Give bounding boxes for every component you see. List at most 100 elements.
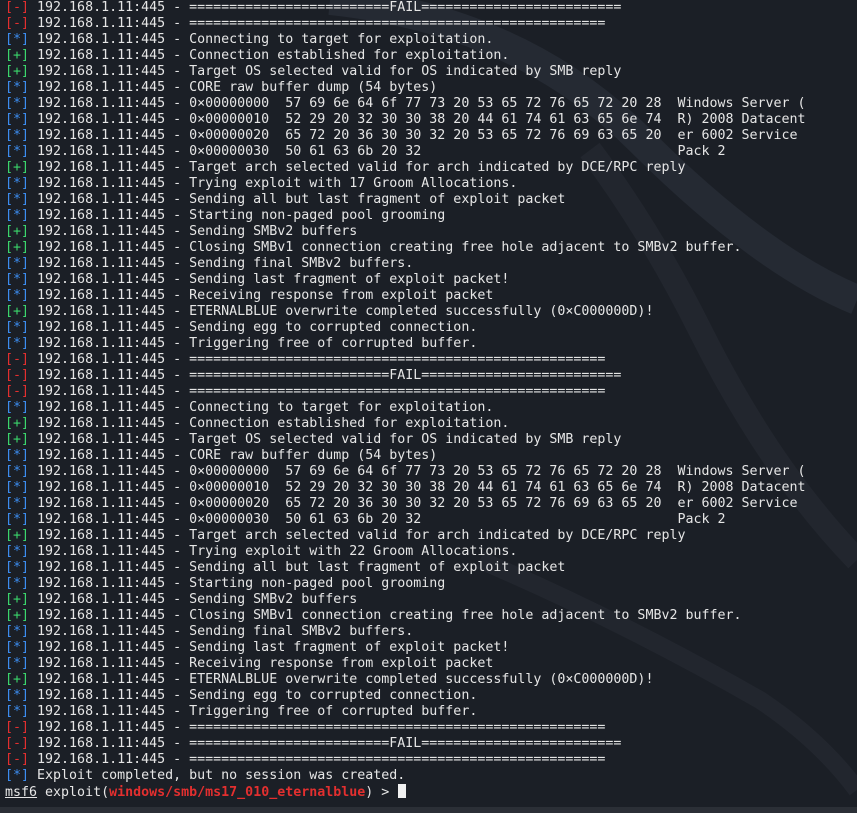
info-tag: [*] xyxy=(5,640,38,655)
log-text: 192.168.1.11:445 - Triggering free of co… xyxy=(37,336,478,351)
log-text: 192.168.1.11:445 - Closing SMBv1 connect… xyxy=(37,608,742,623)
log-text: 192.168.1.11:445 - ETERNALBLUE overwrite… xyxy=(37,672,654,687)
log-text: 192.168.1.11:445 - 0×00000010 52 29 20 3… xyxy=(37,480,806,495)
log-line: [-] 192.168.1.11:445 - =================… xyxy=(5,0,806,16)
module-path: windows/smb/ms17_010_eternalblue xyxy=(109,785,366,800)
log-text: 192.168.1.11:445 - 0×00000020 65 72 20 3… xyxy=(37,128,798,143)
log-line: [+] 192.168.1.11:445 - ETERNALBLUE overw… xyxy=(5,304,806,320)
log-line: [*] 192.168.1.11:445 - 0×00000010 52 29 … xyxy=(5,112,806,128)
log-text: 192.168.1.11:445 - Target OS selected va… xyxy=(37,64,622,79)
log-text: 192.168.1.11:445 - Sending final SMBv2 b… xyxy=(37,624,414,639)
log-text: 192.168.1.11:445 - Trying exploit with 1… xyxy=(37,176,518,191)
info-tag: [*] xyxy=(5,112,38,127)
log-line: [-] 192.168.1.11:445 - =================… xyxy=(5,752,806,768)
log-line: [*] 192.168.1.11:445 - Starting non-page… xyxy=(5,576,806,592)
info-tag: [*] xyxy=(5,688,38,703)
log-text: 192.168.1.11:445 - Sending egg to corrup… xyxy=(37,688,478,703)
log-line: [*] 192.168.1.11:445 - 0×00000020 65 72 … xyxy=(5,496,806,512)
terminal-window[interactable]: [-] 192.168.1.11:445 - =================… xyxy=(0,0,857,813)
command-suffix: ) > xyxy=(365,785,398,800)
log-text: 192.168.1.11:445 - 0×00000030 50 61 63 6… xyxy=(37,512,726,527)
info-tag: [*] xyxy=(5,576,38,591)
log-text: 192.168.1.11:445 - Target OS selected va… xyxy=(37,432,622,447)
info-tag: [*] xyxy=(5,464,38,479)
log-text: 192.168.1.11:445 - 0×00000030 50 61 63 6… xyxy=(37,144,726,159)
log-line: [*] 192.168.1.11:445 - Sending all but l… xyxy=(5,192,806,208)
log-text: 192.168.1.11:445 - Sending all but last … xyxy=(37,192,566,207)
log-line: [*] 192.168.1.11:445 - 0×00000030 50 61 … xyxy=(5,144,806,160)
log-line: [+] 192.168.1.11:445 - Connection establ… xyxy=(5,48,806,64)
log-line: [*] 192.168.1.11:445 - Starting non-page… xyxy=(5,208,806,224)
error-tag: [-] xyxy=(5,16,38,31)
info-tag: [*] xyxy=(5,256,38,271)
error-tag: [-] xyxy=(5,736,38,751)
info-tag: [*] xyxy=(5,320,38,335)
log-text: 192.168.1.11:445 - Sending last fragment… xyxy=(37,640,510,655)
info-tag: [*] xyxy=(5,544,38,559)
log-line: [+] 192.168.1.11:445 - Sending SMBv2 buf… xyxy=(5,592,806,608)
log-line: [*] 192.168.1.11:445 - 0×00000000 57 69 … xyxy=(5,96,806,112)
info-tag: [*] xyxy=(5,176,38,191)
log-text: 192.168.1.11:445 - Sending egg to corrup… xyxy=(37,320,478,335)
log-line: [*] 192.168.1.11:445 - Sending egg to co… xyxy=(5,320,806,336)
error-tag: [-] xyxy=(5,368,38,383)
success-tag: [+] xyxy=(5,608,38,623)
info-tag: [*] xyxy=(5,144,38,159)
success-tag: [+] xyxy=(5,48,38,63)
log-line: [-] 192.168.1.11:445 - =================… xyxy=(5,368,806,384)
log-line: [+] 192.168.1.11:445 - Target arch selec… xyxy=(5,160,806,176)
info-tag: [*] xyxy=(5,704,38,719)
log-text: 192.168.1.11:445 - =====================… xyxy=(37,16,606,31)
info-tag: [*] xyxy=(5,272,38,287)
log-line: [*] 192.168.1.11:445 - CORE raw buffer d… xyxy=(5,80,806,96)
log-line: [*] 192.168.1.11:445 - Connecting to tar… xyxy=(5,400,806,416)
log-line: [*] 192.168.1.11:445 - 0×00000010 52 29 … xyxy=(5,480,806,496)
log-text: 192.168.1.11:445 - =====================… xyxy=(37,720,606,735)
log-text: 192.168.1.11:445 - =====================… xyxy=(37,0,622,15)
log-text: 192.168.1.11:445 - 0×00000000 57 69 6e 6… xyxy=(37,96,806,111)
log-line: [*] 192.168.1.11:445 - Receiving respons… xyxy=(5,656,806,672)
log-line: [-] 192.168.1.11:445 - =================… xyxy=(5,720,806,736)
log-line: [*] 192.168.1.11:445 - 0×00000000 57 69 … xyxy=(5,464,806,480)
log-line: [*] 192.168.1.11:445 - CORE raw buffer d… xyxy=(5,448,806,464)
text-cursor[interactable] xyxy=(398,784,407,798)
success-tag: [+] xyxy=(5,528,38,543)
info-tag: [*] xyxy=(5,32,38,47)
success-tag: [+] xyxy=(5,224,38,239)
log-line: [+] 192.168.1.11:445 - Closing SMBv1 con… xyxy=(5,608,806,624)
info-tag: [*] xyxy=(5,208,38,223)
log-text: 192.168.1.11:445 - Starting non-paged po… xyxy=(37,208,446,223)
log-line: [*] 192.168.1.11:445 - Sending final SMB… xyxy=(5,256,806,272)
info-tag: [*] xyxy=(5,512,38,527)
success-tag: [+] xyxy=(5,64,38,79)
success-tag: [+] xyxy=(5,672,38,687)
log-line: [-] 192.168.1.11:445 - =================… xyxy=(5,736,806,752)
success-tag: [+] xyxy=(5,432,38,447)
log-line: [*] 192.168.1.11:445 - 0×00000030 50 61 … xyxy=(5,512,806,528)
log-text: 192.168.1.11:445 - Target arch selected … xyxy=(37,528,686,543)
log-line: [*] 192.168.1.11:445 - Triggering free o… xyxy=(5,704,806,720)
log-line: [-] 192.168.1.11:445 - =================… xyxy=(5,16,806,32)
log-text: 192.168.1.11:445 - Sending SMBv2 buffers xyxy=(37,224,358,239)
log-text: 192.168.1.11:445 - Trying exploit with 2… xyxy=(37,544,518,559)
log-text: 192.168.1.11:445 - Sending all but last … xyxy=(37,560,566,575)
window-bottom-edge xyxy=(0,807,857,813)
success-tag: [+] xyxy=(5,240,38,255)
log-line: [*] 192.168.1.11:445 - Receiving respons… xyxy=(5,288,806,304)
command-prefix: exploit( xyxy=(37,785,110,800)
error-tag: [-] xyxy=(5,0,38,15)
log-text: 192.168.1.11:445 - ETERNALBLUE overwrite… xyxy=(37,304,654,319)
log-text: 192.168.1.11:445 - Triggering free of co… xyxy=(37,704,478,719)
log-line: [+] 192.168.1.11:445 - Target arch selec… xyxy=(5,528,806,544)
log-line: [*] 192.168.1.11:445 - 0×00000020 65 72 … xyxy=(5,128,806,144)
info-tag: [*] xyxy=(5,80,38,95)
log-text: 192.168.1.11:445 - =====================… xyxy=(37,368,622,383)
command-prompt[interactable]: msf6 exploit(windows/smb/ms17_010_eterna… xyxy=(5,784,806,800)
log-text: 192.168.1.11:445 - CORE raw buffer dump … xyxy=(37,448,438,463)
log-line: [*] 192.168.1.11:445 - Trying exploit wi… xyxy=(5,176,806,192)
info-tag: [*] xyxy=(5,480,38,495)
log-line: [+] 192.168.1.11:445 - Sending SMBv2 buf… xyxy=(5,224,806,240)
log-line: [+] 192.168.1.11:445 - Target OS selecte… xyxy=(5,432,806,448)
info-tag: [*] xyxy=(5,496,38,511)
log-text: 192.168.1.11:445 - 0×00000000 57 69 6e 6… xyxy=(37,464,806,479)
